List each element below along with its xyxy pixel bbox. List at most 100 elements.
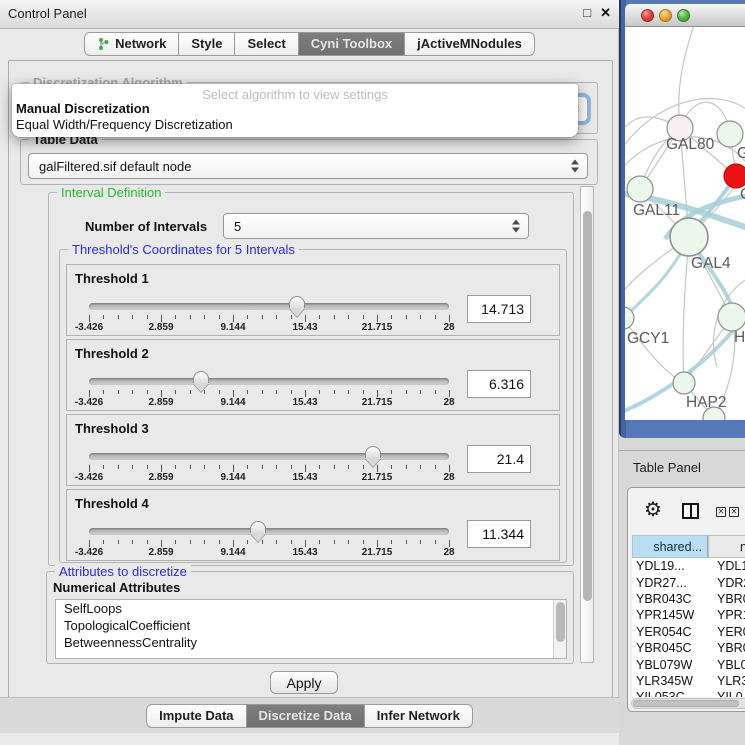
list-item-betweennesscentrality[interactable]: BetweennessCentrality <box>56 634 566 651</box>
zoom-traffic-light-icon[interactable] <box>677 9 690 22</box>
cell-name[interactable]: YDL1 <box>708 559 745 573</box>
gal11-node[interactable] <box>627 176 653 202</box>
cell-shared-name[interactable]: YPR145W <box>632 608 708 622</box>
table-panel-headerbar: Table Panel <box>619 450 745 482</box>
slider-track[interactable] <box>89 378 449 385</box>
table-data-combo[interactable]: galFiltered.sif default node <box>28 153 588 179</box>
cell-shared-name[interactable]: YDL19... <box>632 559 708 573</box>
dropdown-option-manual-discretization[interactable]: Manual Discretization <box>12 101 578 117</box>
gal4-node[interactable] <box>670 218 708 256</box>
vertical-scrollbar[interactable] <box>580 186 594 663</box>
cell-name[interactable]: YBR0 <box>708 592 745 606</box>
tab-impute-data[interactable]: Impute Data <box>146 704 246 728</box>
table-row[interactable]: YDL19...YDL1 <box>632 558 745 574</box>
tab-infer-network[interactable]: Infer Network <box>364 704 473 728</box>
close-panel-icon[interactable]: ✕ <box>600 5 611 21</box>
hap2-node[interactable] <box>673 372 695 394</box>
interval-definition-group: Interval Definition Number of Intervals … <box>48 192 574 566</box>
slider-track[interactable] <box>89 303 449 310</box>
network-icon <box>97 37 110 51</box>
cell-name[interactable]: YER0 <box>708 625 745 639</box>
list-item-selfloops[interactable]: SelfLoops <box>56 600 566 617</box>
slider-thumb[interactable] <box>365 446 381 458</box>
control-panel: Control Panel □ ✕ NetworkStyleSelectCyni… <box>0 0 619 745</box>
dropdown-hint: Select algorithm to view settings <box>12 84 578 101</box>
network-graph[interactable]: GAL80GACGAL11GAL4GCY1HHAP2 <box>625 27 745 420</box>
table-row[interactable]: YDR27...YDR2 <box>632 574 745 590</box>
cell-name[interactable]: YPR1 <box>708 608 745 622</box>
cell-name[interactable]: YBL0 <box>708 658 745 672</box>
tick-label: 21.715 <box>362 472 393 483</box>
tab-style[interactable]: Style <box>178 32 235 56</box>
table-row[interactable]: YER054CYER0 <box>632 624 745 640</box>
vertical-scrollbar-thumb[interactable] <box>583 211 592 601</box>
tick-label: 2.859 <box>148 547 173 558</box>
cell-shared-name[interactable]: YBR045C <box>632 641 708 655</box>
apply-button[interactable]: Apply <box>270 671 338 694</box>
tab-network[interactable]: Network <box>84 32 179 56</box>
cell-name[interactable]: YIL0 <box>708 690 743 697</box>
list-scrollbar[interactable] <box>553 600 566 658</box>
tick-mark <box>377 390 378 397</box>
threshold-value-field[interactable]: 6.316 <box>467 370 531 398</box>
threshold-value-field[interactable]: 21.4 <box>467 445 531 473</box>
partial-node-right[interactable] <box>718 303 745 331</box>
column-header-shared-name[interactable]: shared... <box>632 535 708 558</box>
list-scrollbar-thumb[interactable] <box>556 602 565 642</box>
network-canvas[interactable]: GAL80GACGAL11GAL4GCY1HHAP2 <box>625 27 745 420</box>
cell-shared-name[interactable]: YDR27... <box>632 576 708 590</box>
tab-select[interactable]: Select <box>234 32 298 56</box>
table-row[interactable]: YBR043CYBR0 <box>632 591 745 607</box>
network-edge <box>683 237 689 383</box>
slider-track[interactable] <box>89 453 449 460</box>
slider-thumb[interactable] <box>193 371 209 383</box>
threshold-box-2: Threshold 2-3.4262.8599.14415.4321.71528… <box>66 339 560 411</box>
table-row[interactable]: YLR345WYLR3 <box>632 673 745 689</box>
table-row[interactable]: YPR145WYPR1 <box>632 607 745 623</box>
table-row[interactable]: YBL079WYBL0 <box>632 656 745 672</box>
column-header-name[interactable]: n <box>708 535 745 558</box>
cell-shared-name[interactable]: YER054C <box>632 625 708 639</box>
close-traffic-light-icon[interactable] <box>641 9 654 22</box>
float-window-icon[interactable]: □ <box>583 5 591 21</box>
red-node[interactable] <box>724 164 745 188</box>
threshold-value-field[interactable]: 11.344 <box>467 520 531 548</box>
number-of-intervals-combo[interactable]: 5 <box>223 213 529 239</box>
tick-mark <box>305 390 306 397</box>
network-window-titlebar[interactable] <box>625 4 745 27</box>
slider-thumb[interactable] <box>289 296 305 308</box>
tick-mark <box>118 540 119 544</box>
cell-shared-name[interactable]: YIL053C <box>632 690 708 697</box>
gear-icon[interactable]: ⚙ <box>644 497 662 522</box>
partial-node-top-right[interactable] <box>717 121 743 147</box>
cell-name[interactable]: YBR0 <box>708 641 745 655</box>
tab-label: Discretize Data <box>259 708 352 723</box>
tick-mark <box>435 390 436 394</box>
table-row[interactable]: YIL053CYIL0 <box>632 689 745 697</box>
tick-label: 28 <box>443 397 454 408</box>
tick-mark <box>391 390 392 394</box>
tick-mark <box>190 540 191 544</box>
threshold-value-field[interactable]: 14.713 <box>467 295 531 323</box>
cell-shared-name[interactable]: YLR345W <box>632 674 708 688</box>
minimize-traffic-light-icon[interactable] <box>659 9 672 22</box>
tick-mark <box>190 390 191 394</box>
tab-cyni-toolbox[interactable]: Cyni Toolbox <box>298 32 405 56</box>
list-item-topologicalcoefficient[interactable]: TopologicalCoefficient <box>56 617 566 634</box>
horizontal-scrollbar[interactable] <box>631 698 745 709</box>
tick-row <box>89 390 449 398</box>
checkbox-icon[interactable] <box>716 507 726 517</box>
dropdown-option-equal-width-frequency-discretization[interactable]: Equal Width/Frequency Discretization <box>12 117 578 133</box>
split-columns-icon[interactable] <box>682 503 699 519</box>
horizontal-scrollbar-thumb[interactable] <box>633 700 739 707</box>
table-row[interactable]: YBR045CYBR0 <box>632 640 745 656</box>
checkbox-icon[interactable] <box>729 507 739 517</box>
cell-shared-name[interactable]: YBR043C <box>632 592 708 606</box>
slider-track[interactable] <box>89 528 449 535</box>
cell-name[interactable]: YDR2 <box>708 576 745 590</box>
tab-jactivemnodules[interactable]: jActiveMNodules <box>404 32 535 56</box>
cell-name[interactable]: YLR3 <box>708 674 745 688</box>
cell-shared-name[interactable]: YBL079W <box>632 658 708 672</box>
slider-thumb[interactable] <box>250 521 266 533</box>
tab-discretize-data[interactable]: Discretize Data <box>246 704 365 728</box>
